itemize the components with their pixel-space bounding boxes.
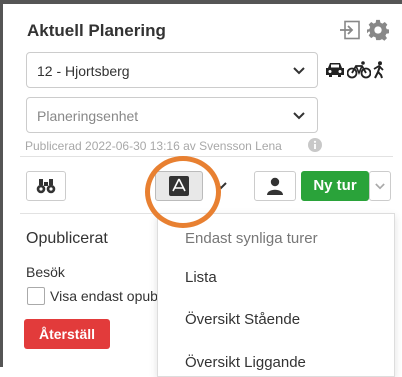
bicycle-icon[interactable] (347, 61, 371, 79)
visits-label: Besök (26, 264, 65, 280)
planning-panel: Aktuell Planering 12 - Hjortsberg Planer… (20, 8, 395, 377)
location-select[interactable]: 12 - Hjortsberg (26, 52, 318, 88)
location-select-value: 12 - Hjortsberg (37, 63, 130, 79)
chevron-down-icon (293, 112, 305, 120)
gear-icon[interactable] (367, 19, 389, 41)
logout-icon[interactable] (339, 20, 361, 40)
status-heading: Opublicerat (26, 230, 108, 247)
walking-icon[interactable] (372, 61, 386, 79)
new-tour-button[interactable]: Ny tur (301, 171, 369, 201)
page-title: Aktuell Planering (27, 21, 166, 40)
chevron-down-icon (375, 183, 385, 190)
planning-unit-select[interactable]: Planeringsenhet (26, 97, 318, 133)
menu-item-overview-landscape[interactable]: Översikt Liggande (185, 354, 306, 371)
show-unpublished-label: Visa endast opublicerade (50, 288, 160, 304)
menu-item-overview-portrait[interactable]: Översikt Stående (185, 311, 300, 328)
binoculars-icon (36, 179, 56, 194)
search-button[interactable] (26, 171, 66, 201)
user-button[interactable] (254, 171, 296, 201)
show-unpublished-checkbox[interactable] (27, 287, 45, 305)
pdf-export-menu: Endast synliga turer Lista Översikt Ståe… (157, 213, 395, 377)
user-icon (267, 177, 283, 195)
reset-button[interactable]: Återställ (24, 319, 110, 349)
divider (20, 156, 393, 157)
planning-unit-placeholder: Planeringsenhet (37, 108, 139, 124)
menu-item-list[interactable]: Lista (185, 269, 217, 286)
published-info: Publicerad 2022-06-30 13:16 av Svensson … (25, 139, 282, 153)
menu-item-visible-tours[interactable]: Endast synliga turer (185, 230, 318, 247)
car-icon[interactable] (325, 61, 345, 79)
chevron-down-icon (293, 67, 305, 75)
new-tour-dropdown[interactable] (369, 171, 391, 201)
info-icon[interactable] (308, 138, 322, 152)
highlight-circle (145, 156, 221, 228)
